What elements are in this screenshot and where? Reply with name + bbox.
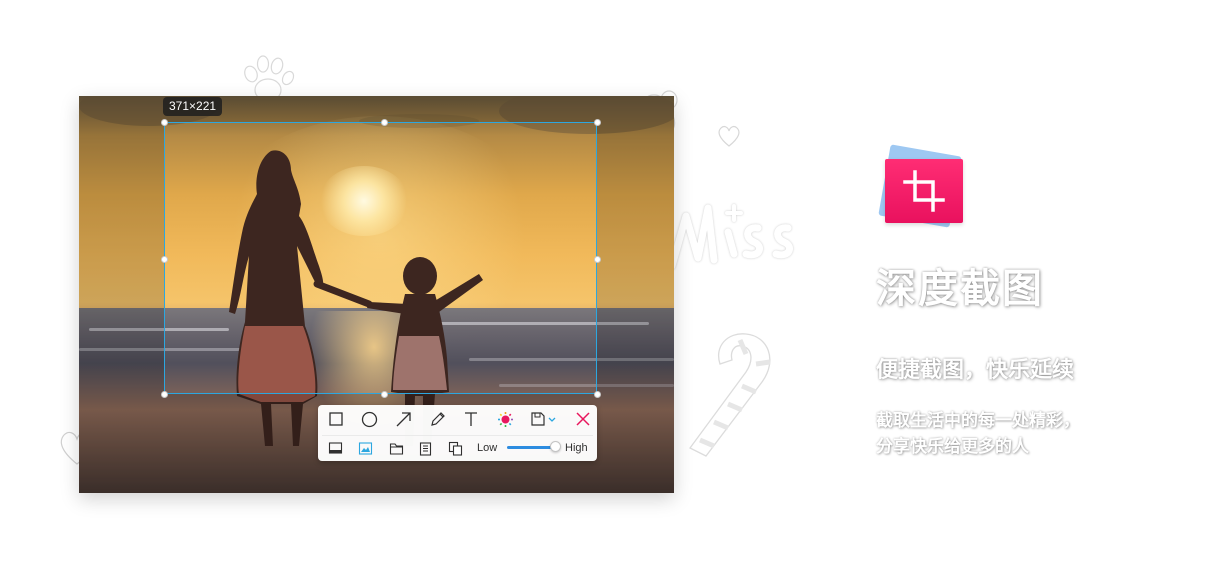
- copy-to-clipboard-button[interactable]: [415, 438, 435, 458]
- text-tool-button[interactable]: [461, 409, 481, 429]
- rectangle-tool-button[interactable]: [326, 409, 346, 429]
- save-to-pictures-button[interactable]: [355, 438, 375, 458]
- app-logo: [885, 159, 963, 223]
- resize-handle-bottom[interactable]: [381, 391, 388, 398]
- color-palette-icon: [497, 411, 513, 427]
- ellipse-tool-button[interactable]: [359, 409, 379, 429]
- resize-handle-right[interactable]: [594, 256, 601, 263]
- resize-handle-bottom-left[interactable]: [161, 391, 168, 398]
- selection-size-label: 371×221: [163, 97, 223, 116]
- save-and-copy-button[interactable]: [445, 438, 465, 458]
- save-icon: [531, 412, 556, 426]
- color-picker-button[interactable]: [495, 409, 515, 429]
- toolbar-divider: [322, 435, 593, 436]
- arrow-icon: [396, 411, 411, 426]
- candy-cane-doodle: [689, 333, 771, 457]
- pencil-tool-button[interactable]: [427, 409, 447, 429]
- promo-description-line1: 截取生活中的每一处精彩，: [876, 411, 1080, 431]
- close-icon: [576, 412, 590, 426]
- quality-high-label: High: [565, 442, 588, 454]
- resize-handle-bottom-right[interactable]: [594, 391, 601, 398]
- promo-title: 深度截图: [876, 266, 1044, 312]
- crop-icon: [903, 170, 945, 212]
- pencil-icon: [430, 411, 445, 426]
- resize-handle-top-right[interactable]: [594, 119, 601, 126]
- save-to-pictures-icon: [358, 441, 372, 455]
- text-icon: [465, 412, 477, 426]
- save-to-desktop-button[interactable]: [325, 438, 345, 458]
- save-to-desktop-icon: [328, 441, 342, 454]
- promo-subtitle: 便捷截图，快乐延续: [876, 358, 1075, 383]
- save-to-folder-icon: [389, 442, 403, 455]
- promo-description-line2: 分享快乐给更多的人: [876, 437, 1029, 457]
- copy-to-clipboard-icon: [419, 441, 431, 456]
- close-button[interactable]: [573, 409, 593, 429]
- chevron-down-icon: [548, 417, 556, 422]
- resize-handle-top-left[interactable]: [161, 119, 168, 126]
- arrow-tool-button[interactable]: [393, 409, 413, 429]
- capture-selection[interactable]: [164, 122, 597, 394]
- quality-low-label: Low: [477, 442, 498, 454]
- save-to-folder-button[interactable]: [386, 438, 406, 458]
- save-and-copy-icon: [448, 441, 462, 456]
- rectangle-icon: [329, 412, 343, 426]
- heart-icon: [718, 125, 740, 147]
- quality-slider-handle[interactable]: [550, 441, 561, 452]
- resize-handle-left[interactable]: [161, 256, 168, 263]
- ellipse-icon: [361, 411, 377, 427]
- save-button[interactable]: [529, 409, 559, 429]
- resize-handle-top[interactable]: [381, 119, 388, 126]
